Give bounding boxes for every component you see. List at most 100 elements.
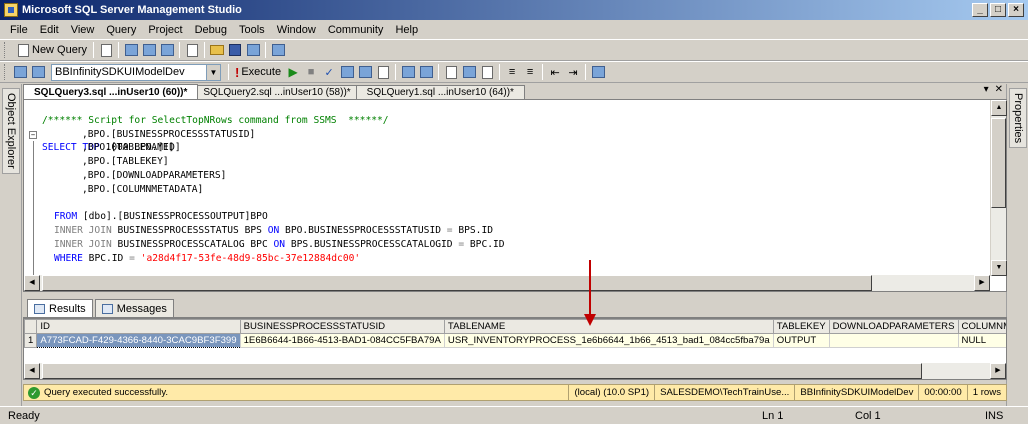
column-indicator: Col 1 bbox=[855, 409, 881, 422]
code-area[interactable]: /****** Script for SelectTopNRows comman… bbox=[28, 100, 988, 281]
column-header-id[interactable]: ID bbox=[36, 319, 241, 334]
editor-vertical-scrollbar[interactable]: ▲ ▼ bbox=[990, 100, 1007, 276]
properties-tab[interactable]: Properties bbox=[1009, 88, 1027, 149]
tab-messages[interactable]: Messages bbox=[94, 299, 174, 317]
toolbar-grip[interactable] bbox=[4, 64, 7, 80]
document-tabs: SQLQuery3.sql ...inUser10 (60))* SQLQuer… bbox=[23, 84, 1005, 99]
debug-play-icon[interactable]: ▶ bbox=[285, 64, 301, 80]
table-row[interactable]: 1 A773FCAD-F429-4366-8440-3CAC9BF3F399 1… bbox=[24, 333, 1006, 348]
parse-check-icon[interactable]: ✓ bbox=[321, 64, 337, 80]
scroll-down-icon[interactable]: ▼ bbox=[991, 260, 1007, 276]
editor-horizontal-scrollbar[interactable]: ◀ ▶ bbox=[24, 275, 990, 291]
row-number[interactable]: 1 bbox=[24, 333, 38, 348]
menu-debug[interactable]: Debug bbox=[189, 24, 233, 36]
scroll-thumb[interactable] bbox=[42, 275, 872, 291]
xmla-query-icon[interactable] bbox=[184, 42, 200, 58]
cell-statusid[interactable]: 1E6B6644-1B66-4513-BAD1-084CC5FBA79A bbox=[239, 333, 445, 348]
increase-indent-icon[interactable]: ⇥ bbox=[565, 64, 581, 80]
include-actual-plan-icon[interactable] bbox=[400, 64, 416, 80]
tab-results[interactable]: Results bbox=[27, 299, 93, 317]
toolbar-separator bbox=[499, 64, 501, 80]
specify-template-values-icon[interactable] bbox=[375, 64, 391, 80]
results-to-text-icon[interactable] bbox=[443, 64, 459, 80]
minimize-button[interactable]: _ bbox=[972, 3, 988, 17]
activity-monitor-icon[interactable] bbox=[270, 42, 286, 58]
menu-view[interactable]: View bbox=[65, 24, 101, 36]
menu-tools[interactable]: Tools bbox=[233, 24, 271, 36]
scroll-right-icon[interactable]: ▶ bbox=[974, 275, 990, 291]
grid-horizontal-scrollbar[interactable]: ◀ ▶ bbox=[24, 363, 1006, 379]
new-query-label: New Query bbox=[32, 44, 88, 56]
tab-sqlquery2[interactable]: SQLQuery2.sql ...inUser10 (58))* bbox=[192, 85, 362, 99]
client-statistics-icon[interactable] bbox=[418, 64, 434, 80]
cancel-query-icon[interactable]: ■ bbox=[303, 64, 319, 80]
analysis-query-icon[interactable] bbox=[141, 42, 157, 58]
results-to-file-icon[interactable] bbox=[479, 64, 495, 80]
toolbar-separator bbox=[228, 64, 229, 80]
print-icon[interactable] bbox=[245, 42, 261, 58]
cell-columnmetadata[interactable]: NULL bbox=[957, 333, 1006, 348]
estimated-plan-icon[interactable] bbox=[339, 64, 355, 80]
save-icon[interactable] bbox=[227, 42, 243, 58]
available-databases-dropdown[interactable]: BBInfinitySDKUIModelDev ▼ bbox=[51, 63, 221, 81]
change-connection-icon[interactable] bbox=[30, 64, 46, 80]
execute-label: Execute bbox=[241, 66, 282, 78]
decrease-indent-icon[interactable]: ⇤ bbox=[547, 64, 563, 80]
code-line-2: − SELECT TOP 1000 BPO.[ID] bbox=[28, 114, 988, 281]
design-query-icon[interactable] bbox=[357, 64, 373, 80]
menu-bar: File Edit View Query Project Debug Tools… bbox=[0, 20, 1028, 39]
menu-window[interactable]: Window bbox=[271, 24, 322, 36]
column-header-downloadparameters[interactable]: DOWNLOADPARAMETERS bbox=[828, 319, 959, 334]
chevron-down-icon[interactable]: ▼ bbox=[206, 64, 220, 80]
tab-sqlquery3[interactable]: SQLQuery3.sql ...inUser10 (60))* bbox=[23, 84, 199, 99]
specify-values-icon[interactable] bbox=[590, 64, 606, 80]
close-window-button[interactable]: × bbox=[1008, 3, 1024, 17]
toolbar-grip[interactable] bbox=[4, 42, 7, 58]
database-engine-query-icon[interactable] bbox=[123, 42, 139, 58]
tab-list-dropdown-icon[interactable]: ▾ bbox=[984, 84, 989, 95]
query-editor[interactable]: /****** Script for SelectTopNRows comman… bbox=[23, 99, 1007, 292]
maximize-button[interactable]: □ bbox=[990, 3, 1006, 17]
menu-project[interactable]: Project bbox=[142, 24, 188, 36]
cell-tablename[interactable]: USR_INVENTORYPROCESS_1e6b6644_1b66_4513_… bbox=[443, 333, 774, 348]
open-folder-icon[interactable] bbox=[209, 42, 225, 58]
title-bar: Microsoft SQL Server Management Studio _… bbox=[0, 0, 1028, 20]
connect-icon[interactable] bbox=[12, 64, 28, 80]
scroll-left-icon[interactable]: ◀ bbox=[24, 275, 40, 291]
execute-button[interactable]: ! Execute bbox=[232, 63, 284, 81]
column-header-tablekey[interactable]: TABLEKEY bbox=[772, 319, 830, 334]
grid-icon bbox=[34, 303, 45, 314]
menu-file[interactable]: File bbox=[4, 24, 34, 36]
column-header-statusid[interactable]: BUSINESSPROCESSSTATUSID bbox=[239, 319, 445, 334]
cell-downloadparameters[interactable] bbox=[828, 333, 959, 348]
code-line-3: ,BPO.[BUSINESSPROCESSSTATUSID] bbox=[82, 128, 256, 140]
scroll-right-icon[interactable]: ▶ bbox=[990, 363, 1006, 379]
scroll-thumb[interactable] bbox=[42, 363, 922, 379]
menu-help[interactable]: Help bbox=[389, 24, 424, 36]
cell-id[interactable]: A773FCAD-F429-4366-8440-3CAC9BF3F399 bbox=[36, 333, 241, 348]
toolbar-separator bbox=[204, 42, 206, 58]
scroll-left-icon[interactable]: ◀ bbox=[24, 363, 40, 379]
new-file-icon[interactable] bbox=[98, 42, 114, 58]
application-status-bar: Ready Ln 1 Col 1 INS bbox=[0, 406, 1028, 424]
mdx-query-icon[interactable] bbox=[159, 42, 175, 58]
window-title: Microsoft SQL Server Management Studio bbox=[22, 4, 242, 16]
scroll-thumb[interactable] bbox=[991, 118, 1006, 208]
cell-tablekey[interactable]: OUTPUT bbox=[772, 333, 830, 348]
menu-query[interactable]: Query bbox=[100, 24, 142, 36]
new-query-button[interactable]: New Query bbox=[11, 41, 90, 59]
close-tab-icon[interactable]: ✕ bbox=[995, 84, 1003, 95]
object-explorer-tab[interactable]: Object Explorer bbox=[2, 88, 20, 174]
results-to-grid-icon[interactable] bbox=[461, 64, 477, 80]
tab-sqlquery1[interactable]: SQLQuery1.sql ...inUser10 (64))* bbox=[355, 85, 525, 99]
toolbar-separator bbox=[265, 42, 267, 58]
menu-community[interactable]: Community bbox=[322, 24, 390, 36]
code-line-5: ,BPO.[TABLEKEY] bbox=[82, 156, 169, 168]
scroll-up-icon[interactable]: ▲ bbox=[991, 100, 1007, 116]
uncomment-lines-icon[interactable]: ≡ bbox=[522, 64, 538, 80]
comment-lines-icon[interactable]: ≡ bbox=[504, 64, 520, 80]
results-grid[interactable]: ID BUSINESSPROCESSSTATUSID TABLENAME TAB… bbox=[23, 318, 1007, 380]
column-header-tablename[interactable]: TABLENAME bbox=[443, 319, 774, 334]
column-header-columnmetadata[interactable]: COLUMNMET bbox=[957, 319, 1006, 334]
menu-edit[interactable]: Edit bbox=[34, 24, 65, 36]
